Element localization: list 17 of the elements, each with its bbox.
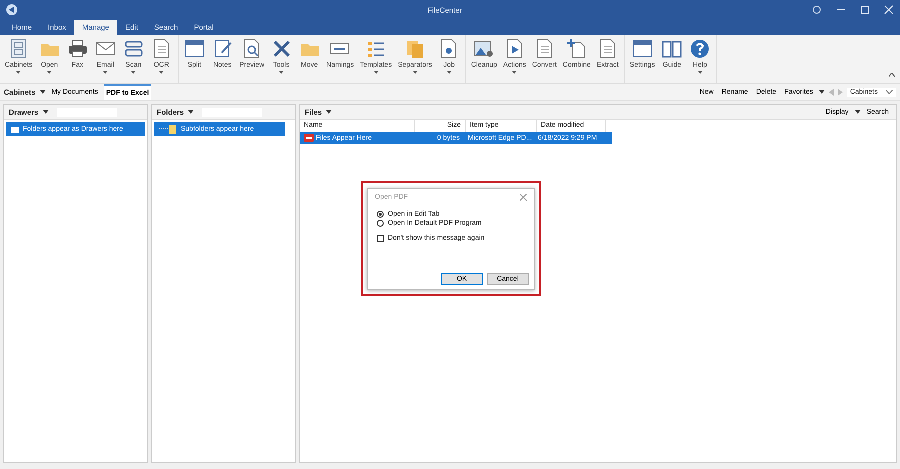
add-document-icon — [566, 38, 588, 60]
caret-icon[interactable] — [40, 90, 46, 94]
chevron-down-icon — [886, 90, 893, 94]
folder-icon — [159, 124, 177, 134]
caret-icon[interactable] — [326, 110, 332, 114]
collapse-ribbon-icon[interactable] — [889, 73, 895, 77]
app-logo-icon — [6, 4, 18, 16]
window-icon — [632, 38, 654, 60]
close-icon[interactable] — [520, 194, 527, 201]
maximize-icon[interactable] — [860, 5, 870, 15]
caret-icon[interactable] — [188, 110, 194, 114]
pdf-file-icon — [304, 134, 314, 142]
caret-icon[interactable] — [819, 90, 826, 94]
caret-icon[interactable] — [42, 110, 49, 114]
caret-icon[interactable] — [854, 110, 861, 114]
window-icon — [184, 38, 206, 60]
printer-icon — [66, 38, 89, 60]
